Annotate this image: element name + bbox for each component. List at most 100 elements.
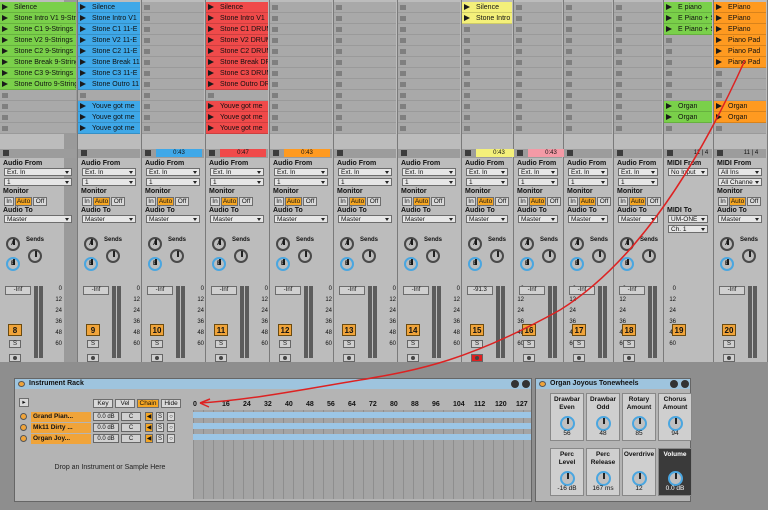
empty-clip-slot[interactable] [564, 90, 612, 101]
zone-bar[interactable] [193, 412, 531, 418]
empty-clip-slot[interactable] [514, 13, 562, 24]
clip-play-icon[interactable] [208, 125, 214, 131]
clip-play-icon[interactable] [2, 70, 8, 76]
track-activator-button[interactable]: 19 [672, 324, 686, 336]
clip-slot[interactable]: Stone Outro 9-Strings [0, 79, 76, 90]
input-type-select[interactable]: Ext. In [274, 168, 328, 176]
output-type-select[interactable]: Master [568, 215, 608, 223]
monitor-in-button[interactable]: In [210, 197, 220, 206]
empty-clip-slot[interactable] [614, 13, 662, 24]
empty-clip-slot[interactable] [270, 24, 332, 35]
monitor-auto-button[interactable]: Auto [157, 197, 174, 206]
empty-clip-slot[interactable] [614, 57, 662, 68]
clip-play-icon[interactable] [208, 81, 214, 87]
clip-slot[interactable]: E Piano + Str [664, 24, 712, 35]
macro-knob[interactable]: Chorus Amount 94 [658, 393, 692, 441]
monitor-auto-button[interactable]: Auto [93, 197, 110, 206]
clip-slot[interactable]: E piano [664, 2, 712, 13]
empty-clip-slot[interactable] [0, 112, 76, 123]
clip-slot[interactable]: Stone C1 9-Strings [0, 24, 76, 35]
clip-slot[interactable]: Silence [78, 2, 140, 13]
track-activator-button[interactable]: 8 [8, 324, 22, 336]
organ-power-icon[interactable] [539, 381, 546, 387]
empty-clip-slot[interactable] [334, 112, 396, 123]
empty-clip-slot[interactable] [334, 101, 396, 112]
empty-clip-slot[interactable] [142, 13, 204, 24]
stop-icon[interactable] [3, 150, 9, 156]
empty-clip-slot[interactable] [334, 68, 396, 79]
clip-slot[interactable]: Stone Intro V1 9-Strings [0, 13, 76, 24]
monitor-off-button[interactable]: Off [747, 197, 761, 206]
empty-clip-slot[interactable] [334, 13, 396, 24]
clip-play-icon[interactable] [716, 48, 722, 54]
chain-button[interactable]: Chain [137, 399, 159, 408]
monitor-in-button[interactable]: In [618, 197, 628, 206]
rack-save-icon[interactable] [511, 380, 519, 388]
monitor-off-button[interactable]: Off [303, 197, 317, 206]
monitor-off-button[interactable]: Off [547, 197, 561, 206]
clip-play-icon[interactable] [80, 81, 86, 87]
chain-volume[interactable]: 0.0 dB [93, 434, 119, 443]
clip-slot[interactable]: Stone C3 DRUM [206, 68, 268, 79]
track-stop-bar[interactable]: 0:43 [514, 149, 574, 158]
empty-clip-slot[interactable] [398, 24, 460, 35]
clip-slot[interactable]: Stone C2 11-E [78, 46, 140, 57]
empty-clip-slot[interactable] [564, 68, 612, 79]
empty-clip-slot[interactable] [270, 35, 332, 46]
empty-clip-slot[interactable] [564, 13, 612, 24]
arm-button[interactable] [471, 354, 483, 362]
empty-clip-slot[interactable] [398, 35, 460, 46]
monitor-in-button[interactable]: In [466, 197, 476, 206]
monitor-in-button[interactable]: In [4, 197, 14, 206]
clip-play-icon[interactable] [716, 4, 722, 10]
track-activator-button[interactable]: 14 [406, 324, 420, 336]
clip-play-icon[interactable] [2, 59, 8, 65]
monitor-off-button[interactable]: Off [111, 197, 125, 206]
empty-clip-slot[interactable] [270, 57, 332, 68]
track-activator-button[interactable]: 20 [722, 324, 736, 336]
input-type-select[interactable]: Ext. In [338, 168, 392, 176]
clip-play-icon[interactable] [464, 4, 470, 10]
empty-clip-slot[interactable] [462, 90, 512, 101]
monitor-in-button[interactable]: In [146, 197, 156, 206]
clip-play-icon[interactable] [80, 59, 86, 65]
rack-menu-icon[interactable] [522, 380, 530, 388]
clip-slot[interactable]: Stone Outro 11 [78, 79, 140, 90]
empty-clip-slot[interactable] [142, 2, 204, 13]
input-channel-select[interactable]: 1 [274, 178, 328, 186]
empty-clip-slot[interactable] [664, 90, 712, 101]
track-stop-bar[interactable]: 0:43 [462, 149, 522, 158]
chain-power-icon[interactable] [20, 435, 27, 442]
clip-play-icon[interactable] [80, 70, 86, 76]
empty-clip-slot[interactable] [462, 35, 512, 46]
empty-clip-slot[interactable] [614, 35, 662, 46]
monitor-in-button[interactable]: In [274, 197, 284, 206]
empty-clip-slot[interactable] [714, 123, 766, 134]
pan-knob[interactable] [642, 249, 656, 263]
empty-clip-slot[interactable] [514, 68, 562, 79]
empty-clip-slot[interactable] [564, 112, 612, 123]
stop-icon[interactable] [401, 150, 407, 156]
track-stop-bar[interactable] [614, 149, 662, 158]
volume-field[interactable]: -Inf [147, 286, 173, 295]
solo-button[interactable]: S [407, 340, 419, 348]
clip-play-icon[interactable] [208, 26, 214, 32]
empty-clip-slot[interactable] [398, 123, 460, 134]
clip-play-icon[interactable] [2, 15, 8, 21]
clip-play-icon[interactable] [716, 26, 722, 32]
volume-field[interactable]: -Inf [519, 286, 545, 295]
arm-button[interactable] [215, 354, 227, 362]
monitor-auto-button[interactable]: Auto [349, 197, 366, 206]
speaker-icon[interactable]: ◀ [145, 412, 153, 421]
clip-play-icon[interactable] [208, 59, 214, 65]
empty-clip-slot[interactable] [334, 79, 396, 90]
empty-clip-slot[interactable] [714, 90, 766, 101]
organ-menu-icon[interactable] [681, 380, 689, 388]
empty-clip-slot[interactable] [0, 101, 76, 112]
input-channel-select[interactable]: 1 [518, 178, 558, 186]
clip-play-icon[interactable] [666, 26, 672, 32]
volume-field[interactable]: -Inf [5, 286, 31, 295]
monitor-auto-button[interactable]: Auto [629, 197, 646, 206]
input-channel-select[interactable]: 1 [210, 178, 264, 186]
empty-clip-slot[interactable] [462, 112, 512, 123]
